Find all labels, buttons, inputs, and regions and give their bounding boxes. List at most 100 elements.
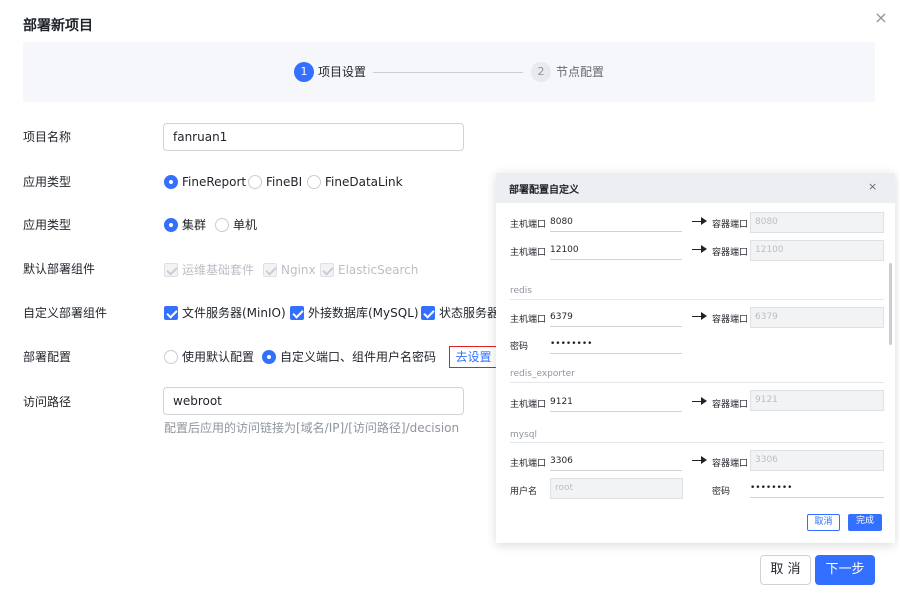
- default-components-label: 默认部署组件: [23, 262, 96, 276]
- radio-label: FineReport: [182, 175, 247, 189]
- username-label: 用户名: [510, 487, 538, 497]
- radio-checked-icon: [262, 350, 276, 364]
- checkbox-label: 状态服务器: [439, 306, 496, 320]
- step-connector: [373, 72, 523, 73]
- radio-label: FineBI: [266, 175, 303, 189]
- checkbox-label: ElasticSearch: [338, 263, 419, 277]
- password-label: 密码: [510, 342, 529, 352]
- checkbox-nginx: Nginx: [263, 262, 316, 278]
- go-settings-link[interactable]: 去设置: [449, 346, 498, 368]
- step-1-number: 1: [294, 62, 314, 82]
- host-port-input[interactable]: 8080: [550, 212, 682, 232]
- container-port-label: 容器端口: [712, 400, 749, 410]
- host-port-label: 主机端口: [510, 315, 547, 325]
- radio-unchecked-icon: [248, 175, 262, 189]
- container-port-label: 容器端口: [712, 220, 749, 230]
- step-2-label: 节点配置: [556, 65, 605, 79]
- radio-finebi[interactable]: FineBI: [248, 174, 302, 190]
- mysql-password-input[interactable]: ••••••••: [750, 478, 884, 498]
- radio-label: 使用默认配置: [182, 350, 255, 364]
- panel-cancel-button[interactable]: 取消: [807, 514, 840, 531]
- access-path-label: 访问路径: [23, 395, 72, 409]
- checkbox-state-server[interactable]: 状态服务器: [421, 305, 496, 321]
- container-port-label: 容器端口: [712, 315, 749, 325]
- host-port-label: 主机端口: [510, 459, 547, 469]
- deploy-type-label: 应用类型: [23, 218, 72, 232]
- checkbox-label: 外接数据库(MySQL): [308, 306, 419, 320]
- section-divider: [510, 299, 884, 300]
- password-label: 密码: [712, 487, 731, 497]
- host-port-input[interactable]: 9121: [550, 392, 682, 412]
- cancel-button[interactable]: 取 消: [760, 555, 811, 585]
- deploy-config-label: 部署配置: [23, 350, 72, 364]
- next-button[interactable]: 下一步: [815, 555, 875, 585]
- host-port-input[interactable]: 3306: [550, 451, 682, 471]
- redis-password-input[interactable]: ••••••••: [550, 334, 682, 354]
- panel-title: 部署配置自定义: [509, 185, 579, 196]
- section-mysql: mysql: [510, 430, 537, 440]
- host-port-input[interactable]: 12100: [550, 240, 682, 260]
- checkbox-disabled-icon: [263, 263, 277, 277]
- step-2-number: 2: [531, 62, 551, 82]
- radio-unchecked-icon: [215, 218, 229, 232]
- checkbox-label: Nginx: [281, 263, 316, 277]
- access-path-input[interactable]: webroot: [163, 387, 464, 415]
- section-redis: redis: [510, 286, 532, 296]
- radio-unchecked-icon: [164, 350, 178, 364]
- checkbox-label: 文件服务器(MinIO): [182, 306, 286, 320]
- host-port-input[interactable]: 6379: [550, 307, 682, 327]
- project-name-input[interactable]: fanruan1: [163, 123, 464, 151]
- radio-checked-icon: [164, 218, 178, 232]
- checkbox-label: 运维基础套件: [182, 263, 255, 277]
- close-icon[interactable]: ×: [872, 9, 890, 27]
- panel-scrollbar[interactable]: [889, 263, 892, 345]
- access-path-hint: 配置后应用的访问链接为[域名/IP]/[访问路径]/decision: [164, 421, 460, 435]
- section-divider: [510, 382, 884, 383]
- checkbox-disabled-icon: [164, 263, 178, 277]
- arrow-right-icon: [701, 217, 707, 225]
- radio-standalone[interactable]: 单机: [215, 217, 257, 233]
- radio-finedatalink[interactable]: FineDataLink: [307, 174, 403, 190]
- radio-label: 单机: [233, 218, 258, 232]
- radio-label: 集群: [182, 218, 207, 232]
- close-icon[interactable]: ×: [868, 180, 877, 193]
- checkbox-mysql[interactable]: 外接数据库(MySQL): [290, 305, 419, 321]
- checkbox-checked-icon: [164, 306, 178, 320]
- steps-bar: 1 项目设置 2 节点配置: [23, 42, 875, 102]
- container-port-input: 3306: [750, 450, 884, 471]
- section-redis-exporter: redis_exporter: [510, 369, 575, 379]
- container-port-label: 容器端口: [712, 459, 749, 469]
- deploy-config-panel: 部署配置自定义 × 主机端口 8080 容器端口 8080 主机端口 12100…: [496, 173, 895, 543]
- panel-done-button[interactable]: 完成: [848, 514, 882, 531]
- radio-label: 自定义端口、组件用户名密码: [280, 350, 437, 364]
- host-port-label: 主机端口: [510, 400, 547, 410]
- checkbox-checked-icon: [421, 306, 435, 320]
- section-divider: [510, 442, 884, 443]
- checkbox-ops-suite: 运维基础套件: [164, 262, 254, 278]
- arrow-right-icon: [701, 397, 707, 405]
- radio-checked-icon: [164, 175, 178, 189]
- host-port-label: 主机端口: [510, 248, 547, 258]
- app-type-label: 应用类型: [23, 175, 72, 189]
- dialog-title: 部署新项目: [23, 18, 93, 34]
- checkbox-disabled-icon: [320, 263, 334, 277]
- project-name-label: 项目名称: [23, 130, 72, 144]
- container-port-input: 12100: [750, 240, 884, 261]
- step-1-label: 项目设置: [318, 65, 367, 79]
- container-port-input: 9121: [750, 390, 884, 411]
- host-port-label: 主机端口: [510, 220, 547, 230]
- mysql-username-input: root: [550, 478, 683, 499]
- arrow-right-icon: [701, 456, 707, 464]
- radio-unchecked-icon: [307, 175, 321, 189]
- container-port-input: 8080: [750, 212, 884, 233]
- radio-label: FineDataLink: [325, 175, 403, 189]
- radio-default-config[interactable]: 使用默认配置: [164, 349, 254, 365]
- arrow-right-icon: [701, 245, 707, 253]
- checkbox-checked-icon: [290, 306, 304, 320]
- checkbox-minio[interactable]: 文件服务器(MinIO): [164, 305, 286, 321]
- custom-components-label: 自定义部署组件: [23, 306, 108, 320]
- radio-finereport[interactable]: FineReport: [164, 174, 246, 190]
- radio-custom-config[interactable]: 自定义端口、组件用户名密码: [262, 349, 436, 365]
- radio-cluster[interactable]: 集群: [164, 217, 206, 233]
- container-port-input: 6379: [750, 307, 884, 328]
